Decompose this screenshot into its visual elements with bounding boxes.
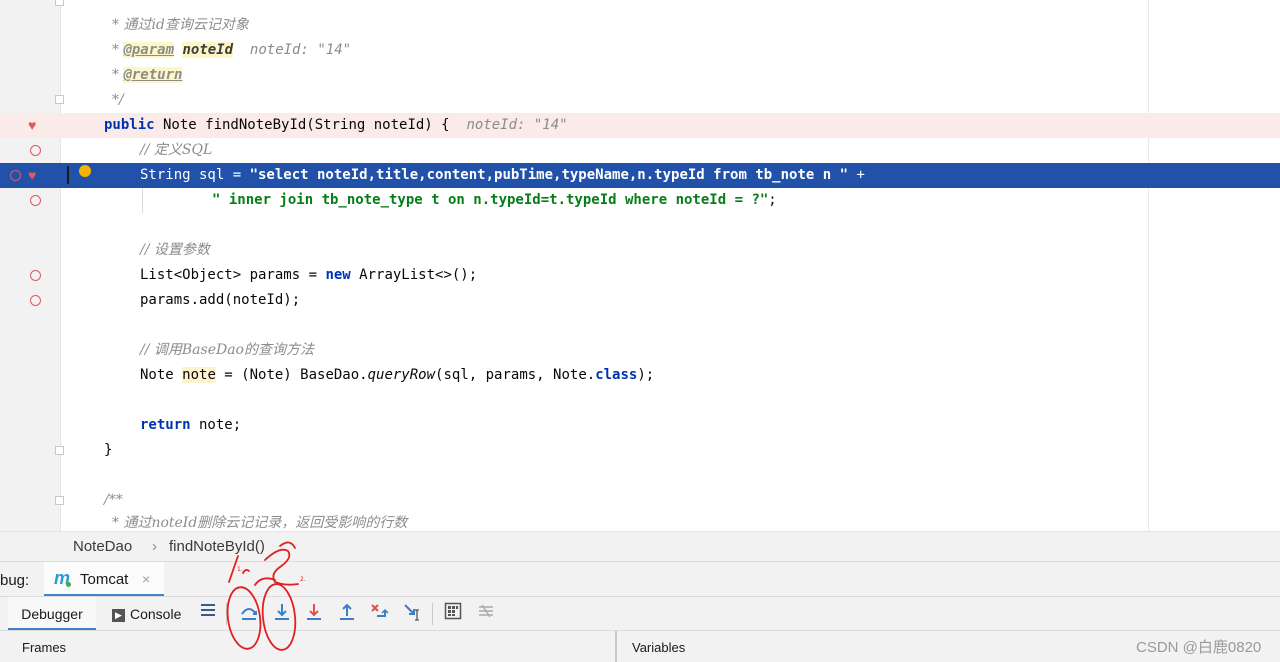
step-into-icon[interactable]: [271, 602, 293, 624]
breakpoint-icon[interactable]: [30, 295, 41, 306]
code-text: String sql = "select noteId,title,conten…: [140, 167, 865, 183]
code-text: params.add(noteId);: [140, 292, 301, 308]
debug-tool-window-header: bug: m Tomcat ×: [0, 561, 1280, 597]
code-text: // 设置参数: [140, 242, 210, 258]
breakpoint-icon[interactable]: [30, 270, 41, 281]
breadcrumb-separator: ›: [152, 538, 157, 555]
tab-label: Tomcat: [80, 571, 129, 588]
toolbar-separator: [226, 603, 227, 625]
method-signature-line[interactable]: public Note findNoteById(String noteId) …: [0, 113, 1280, 138]
debug-label: bug:: [0, 572, 30, 589]
code-line[interactable]: */: [0, 88, 1280, 113]
breakpoint-icon[interactable]: [10, 170, 21, 181]
code-line[interactable]: * 通过id查询云记对象: [0, 13, 1280, 38]
breakpoint-icon[interactable]: [30, 195, 41, 206]
breadcrumb-method[interactable]: findNoteById(): [169, 538, 265, 555]
frames-title: Frames: [22, 640, 67, 655]
trace-stream-icon[interactable]: [475, 602, 497, 624]
code-line[interactable]: params.add(noteId);: [0, 288, 1280, 313]
doc-tag-param: @param: [123, 42, 175, 58]
code-text: public Note findNoteById(String noteId) …: [104, 117, 568, 133]
code-line[interactable]: /**: [0, 488, 1280, 513]
code-text: * @param noteId noteId: "14": [112, 42, 352, 58]
code-line[interactable]: " inner join tb_note_type t on n.typeId=…: [0, 188, 1280, 213]
active-breakpoint-icon[interactable]: ♥: [28, 168, 36, 182]
doc-comment: * 通过id查询云记对象: [112, 17, 249, 33]
code-text: // 调用BaseDao的查询方法: [140, 342, 314, 358]
code-line[interactable]: * @return: [0, 63, 1280, 88]
console-icon: ▶: [112, 608, 125, 622]
code-text: /**: [104, 492, 123, 508]
run-to-cursor-icon[interactable]: [401, 602, 423, 624]
toolbar-separator: [432, 603, 433, 625]
code-text: * 通过id查询云记对象: [112, 13, 249, 38]
breadcrumb: NoteDao › findNoteById(): [0, 531, 1280, 562]
execution-point-marker: [67, 166, 69, 184]
doc-end: */: [112, 92, 124, 108]
inlay-hint: noteId: "14": [249, 42, 352, 58]
code-text: List<Object> params = new ArrayList<>();: [140, 267, 478, 283]
inlay-hint: noteId: "14": [466, 117, 568, 133]
running-indicator-icon: [66, 582, 71, 587]
code-line[interactable]: * @param noteId noteId: "14": [0, 38, 1280, 63]
tab-debugger[interactable]: Debugger: [8, 597, 96, 631]
close-tab-icon[interactable]: ×: [142, 571, 150, 587]
frames-panel[interactable]: Frames: [6, 631, 617, 662]
debugger-toolbar: Debugger ▶ Console: [0, 596, 1280, 631]
step-over-icon[interactable]: [238, 602, 260, 624]
code-line[interactable]: }: [0, 438, 1280, 463]
code-line[interactable]: return note;: [0, 413, 1280, 438]
tab-tomcat[interactable]: m Tomcat ×: [44, 562, 164, 597]
doc-tag-return: @return: [123, 67, 183, 83]
code-text: // 定义SQL: [140, 142, 213, 158]
variables-title: Variables: [632, 640, 686, 655]
force-step-into-icon[interactable]: [303, 602, 325, 624]
breakpoint-icon[interactable]: [30, 145, 41, 156]
method-breakpoint-icon[interactable]: ♥: [28, 118, 36, 132]
code-editor[interactable]: * 通过id查询云记对象 * @param noteId noteId: "14…: [0, 0, 1280, 531]
code-text: */: [112, 88, 124, 113]
doc-param-name: noteId: [182, 42, 234, 58]
watermark: CSDN @白鹿0820: [1136, 639, 1262, 656]
debugger-panels: Frames Variables: [0, 630, 1280, 662]
lightbulb-icon[interactable]: [79, 165, 91, 177]
breadcrumb-class[interactable]: NoteDao: [73, 538, 132, 555]
current-execution-line[interactable]: String sql = "select noteId,title,conten…: [0, 163, 1280, 188]
code-text: }: [104, 442, 113, 458]
code-line[interactable]: // 调用BaseDao的查询方法: [0, 338, 1280, 363]
code-line[interactable]: // 定义SQL: [0, 138, 1280, 163]
code-text: Note note = (Note) BaseDao.queryRow(sql,…: [140, 367, 655, 383]
step-out-icon[interactable]: [336, 602, 358, 624]
tab-console[interactable]: ▶ Console: [112, 597, 192, 631]
code-line[interactable]: Note note = (Note) BaseDao.queryRow(sql,…: [0, 363, 1280, 388]
code-text: * 通过noteId删除云记记录，返回受影响的行数: [112, 515, 408, 531]
drop-frame-icon[interactable]: [368, 602, 390, 624]
code-line[interactable]: // 设置参数: [0, 238, 1280, 263]
evaluate-expression-icon[interactable]: [442, 602, 464, 624]
code-text: " inner join tb_note_type t on n.typeId=…: [212, 192, 777, 208]
code-line[interactable]: List<Object> params = new ArrayList<>();: [0, 263, 1280, 288]
code-line[interactable]: * 通过noteId删除云记记录，返回受影响的行数: [0, 511, 1280, 531]
fold-marker[interactable]: [55, 0, 64, 6]
menu-lines-icon[interactable]: [197, 602, 219, 624]
code-text: return note;: [140, 417, 242, 433]
code-text: * @return: [112, 67, 183, 83]
